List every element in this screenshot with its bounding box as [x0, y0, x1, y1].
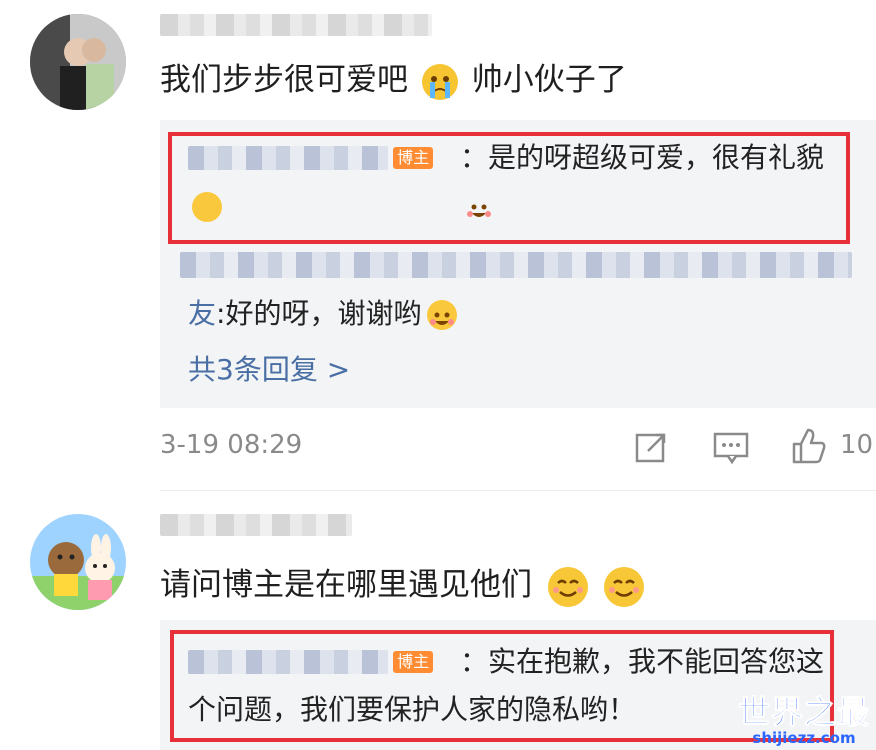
comment-text-part1: 我们步步很可爱吧	[160, 62, 408, 98]
watermark: 世界之最 shijiezz.com	[737, 693, 870, 747]
smile-emoji-icon	[603, 566, 644, 607]
comment-text: 我们步步很可爱吧 帅小伙子了	[160, 60, 627, 100]
avatar[interactable]	[30, 14, 126, 110]
more-replies-link[interactable]: 共3条回复 >	[188, 346, 350, 394]
crying-emoji-icon	[421, 63, 458, 100]
like-icon	[788, 426, 828, 470]
avatar-photo	[30, 14, 126, 110]
comment-icon[interactable]	[712, 430, 752, 466]
like-button[interactable]: 10	[788, 426, 876, 468]
reply2: 友:好的呀，谢谢哟	[188, 290, 458, 338]
watermark-url: shijiezz.com	[752, 729, 856, 747]
comment-text-content: 请问博主是在哪里遇见他们	[160, 567, 532, 603]
watermark-title: 世界之最	[737, 693, 870, 731]
comment-text: 请问博主是在哪里遇见他们	[160, 565, 644, 607]
like-count: 10	[840, 430, 874, 460]
username-blurred[interactable]	[160, 14, 432, 36]
avatar[interactable]	[30, 514, 126, 610]
comment-text-part2: 帅小伙子了	[471, 62, 627, 98]
reply-text-content: ：是的呀超级可爱，很有礼貌	[460, 141, 825, 174]
username-blurred[interactable]	[160, 514, 352, 536]
reply2-text: :好的呀，谢谢哟	[216, 297, 422, 330]
reply-text: ：是的呀超级可爱，很有礼貌	[188, 134, 828, 230]
grin-emoji-icon	[192, 192, 491, 222]
reply2-prefix[interactable]: 友	[188, 297, 216, 330]
reply2-author-blurred[interactable]	[180, 252, 852, 278]
grin-emoji-icon	[427, 300, 458, 330]
reply-text: ：实在抱歉，我不能回答您这个问题，我们要保护人家的隐私哟！	[188, 645, 825, 726]
share-icon[interactable]	[634, 430, 670, 466]
avatar-cartoon	[30, 534, 126, 610]
reply-thread: 博主 ：是的呀超级可爱，很有礼貌 友:好的呀，谢谢哟 共3条回复 >	[160, 120, 876, 408]
divider	[160, 490, 876, 491]
comment-timestamp: 3-19 08:29	[160, 430, 303, 460]
smile-emoji-icon	[547, 566, 588, 607]
